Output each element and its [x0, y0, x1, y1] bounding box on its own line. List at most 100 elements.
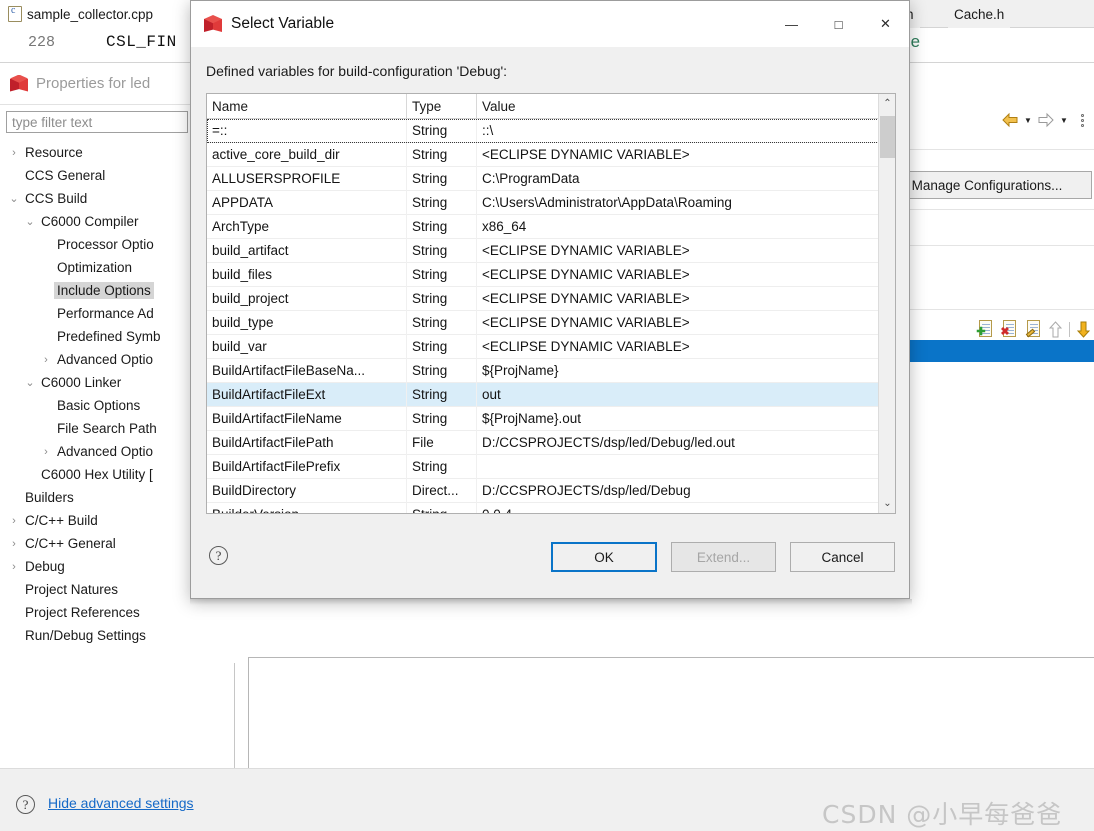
edit-file-icon[interactable]: [1025, 320, 1042, 338]
chevron-right-icon[interactable]: ›: [38, 446, 54, 458]
dialog-drop-shadow: [190, 599, 912, 605]
cell-type: String: [407, 454, 477, 479]
forward-history-dropdown-icon[interactable]: ▼: [1058, 112, 1070, 128]
scroll-up-icon[interactable]: ⌃: [879, 94, 895, 113]
cell-value: <ECLIPSE DYNAMIC VARIABLE>: [482, 315, 690, 330]
table-row[interactable]: BuildArtifactFilePrefix String: [207, 454, 895, 479]
tree-item-performance-ad[interactable]: Performance Ad: [0, 302, 196, 325]
move-down-icon[interactable]: [1076, 321, 1091, 338]
delete-file-icon[interactable]: ✖: [1000, 320, 1018, 338]
column-header-name[interactable]: Name: [207, 94, 407, 119]
tree-item-include-options[interactable]: Include Options: [0, 279, 196, 302]
move-up-icon[interactable]: [1048, 320, 1063, 338]
tree-item-resource[interactable]: › Resource: [0, 141, 196, 164]
tree-item-advanced-optio[interactable]: › Advanced Optio: [0, 348, 196, 371]
scroll-down-icon[interactable]: ⌄: [879, 494, 895, 513]
tree-item-advanced-optio[interactable]: › Advanced Optio: [0, 440, 196, 463]
dialog-maximize-icon[interactable]: □: [815, 1, 862, 47]
back-history-dropdown-icon[interactable]: ▼: [1022, 112, 1034, 128]
tree-item-builders[interactable]: Builders: [0, 486, 196, 509]
table-row[interactable]: build_type String <ECLIPSE DYNAMIC VARIABL…: [207, 310, 895, 335]
chevron-right-icon[interactable]: ›: [38, 354, 54, 366]
cell-name: build_var: [207, 334, 407, 359]
cell-value: <ECLIPSE DYNAMIC VARIABLE>: [482, 243, 690, 258]
tree-item-label: Processor Optio: [57, 237, 154, 252]
variables-table[interactable]: Name Type Value =:: String::\ active_core_…: [206, 93, 896, 514]
vertical-dots-icon[interactable]: [1076, 110, 1088, 130]
tree-item-debug[interactable]: › Debug: [0, 555, 196, 578]
tree-item-c6000-linker[interactable]: ⌄ C6000 Linker: [0, 371, 196, 394]
chevron-right-icon[interactable]: ›: [6, 515, 22, 527]
tree-item-c-c-general[interactable]: › C/C++ General: [0, 532, 196, 555]
table-row[interactable]: ArchType String x86_64: [207, 214, 895, 239]
cell-value: ::\: [482, 123, 494, 138]
dialog-cancel-button[interactable]: Cancel: [790, 542, 895, 572]
table-body[interactable]: =:: String::\ active_core_build_dir String <…: [207, 119, 895, 513]
chevron-down-icon[interactable]: ⌄: [6, 192, 22, 205]
chevron-down-icon[interactable]: ⌄: [22, 376, 38, 389]
table-row[interactable]: build_project String <ECLIPSE DYNAMIC VARI…: [207, 286, 895, 311]
cell-value: x86_64: [482, 219, 527, 234]
table-row[interactable]: BuildArtifactFileBaseNa... String ${ProjNa…: [207, 358, 895, 383]
table-row[interactable]: =:: String::\: [207, 119, 895, 143]
vscroll-thumb[interactable]: [880, 116, 895, 158]
dialog-prompt: Defined variables for build-configuratio…: [206, 63, 508, 79]
table-row[interactable]: build_files String <ECLIPSE DYNAMIC VARIAB…: [207, 262, 895, 287]
dialog-titlebar[interactable]: Select Variable — □ ✕: [191, 1, 909, 47]
dialog-buttons: OK Extend... Cancel: [551, 542, 895, 572]
dialog-cancel-label: Cancel: [821, 549, 864, 565]
screen-root: sample_collector.cpp h Cache.h 228 CSL_F…: [0, 0, 1094, 831]
chevron-down-icon[interactable]: ⌄: [22, 215, 38, 228]
settings-tree[interactable]: › Resource CCS General ⌄ CCS Build ⌄ C6000 Com…: [0, 141, 196, 801]
table-vertical-scrollbar[interactable]: ⌃ ⌄: [878, 94, 895, 513]
help-icon[interactable]: ?: [16, 795, 35, 814]
tree-item-ccs-build[interactable]: ⌄ CCS Build: [0, 187, 196, 210]
column-header-type[interactable]: Type: [407, 94, 477, 119]
table-row[interactable]: BuilderVersionString0.0.4: [207, 502, 895, 513]
tree-item-label: C6000 Compiler: [41, 214, 139, 229]
column-header-value[interactable]: Value: [477, 94, 895, 119]
chevron-right-icon[interactable]: ›: [6, 147, 22, 159]
add-file-icon[interactable]: ✚: [976, 320, 994, 338]
chevron-right-icon[interactable]: ›: [6, 538, 22, 550]
hide-advanced-settings-link[interactable]: Hide advanced settings: [48, 795, 194, 811]
editor-tab-sample-collector[interactable]: sample_collector.cpp: [0, 0, 190, 28]
tree-item-run-debug-settings[interactable]: Run/Debug Settings: [0, 624, 196, 647]
manage-configurations-button[interactable]: Manage Configurations...: [882, 171, 1092, 199]
arrow-left-icon[interactable]: [1000, 111, 1020, 129]
cell-type: String: [407, 382, 477, 407]
code-line-number: 228: [28, 34, 56, 51]
dialog-help-icon[interactable]: ?: [209, 546, 228, 565]
tree-item-label: Performance Ad: [57, 306, 154, 321]
table-row[interactable]: ALLUSERSPROFILE String C:\ProgramData: [207, 166, 895, 191]
tree-item-basic-options[interactable]: Basic Options: [0, 394, 196, 417]
dialog-close-icon[interactable]: ✕: [862, 1, 909, 47]
tree-item-c6000-compiler[interactable]: ⌄ C6000 Compiler: [0, 210, 196, 233]
tree-item-c-c-build[interactable]: › C/C++ Build: [0, 509, 196, 532]
tree-item-file-search-path[interactable]: File Search Path: [0, 417, 196, 440]
tree-item-c6000-hex-utility[interactable]: C6000 Hex Utility [: [0, 463, 196, 486]
editor-tab-cache-h[interactable]: Cache.h: [948, 0, 1011, 28]
table-row[interactable]: BuildDirectory Direct... D:/CCSPROJECTS/ds…: [207, 478, 895, 503]
tree-item-optimization[interactable]: Optimization: [0, 256, 196, 279]
ok-button[interactable]: OK: [551, 542, 657, 572]
table-row[interactable]: active_core_build_dir String <ECLIPSE DYNA…: [207, 142, 895, 167]
tree-item-project-natures[interactable]: Project Natures: [0, 578, 196, 601]
filter-input[interactable]: type filter text: [6, 111, 188, 133]
tree-item-label: C6000 Linker: [41, 375, 122, 390]
cell-name: active_core_build_dir: [207, 142, 407, 167]
tree-item-processor-optio[interactable]: Processor Optio: [0, 233, 196, 256]
table-row[interactable]: build_artifact String <ECLIPSE DYNAMIC VAR…: [207, 238, 895, 263]
cell-type: String: [407, 119, 477, 143]
chevron-right-icon[interactable]: ›: [6, 561, 22, 573]
table-row[interactable]: APPDATA String C:\Users\Administrator\AppD…: [207, 190, 895, 215]
table-row[interactable]: BuildArtifactFileExt String out: [207, 382, 895, 407]
table-row[interactable]: BuildArtifactFileName String ${ProjName}.o…: [207, 406, 895, 431]
arrow-right-icon[interactable]: [1036, 111, 1056, 129]
dialog-minimize-icon[interactable]: —: [768, 1, 815, 47]
table-row[interactable]: BuildArtifactFilePath File D:/CCSPROJECTS/…: [207, 430, 895, 455]
tree-item-predefined-symb[interactable]: Predefined Symb: [0, 325, 196, 348]
table-row[interactable]: build_var String <ECLIPSE DYNAMIC VARIABLE…: [207, 334, 895, 359]
tree-item-project-references[interactable]: Project References: [0, 601, 196, 624]
tree-item-ccs-general[interactable]: CCS General: [0, 164, 196, 187]
